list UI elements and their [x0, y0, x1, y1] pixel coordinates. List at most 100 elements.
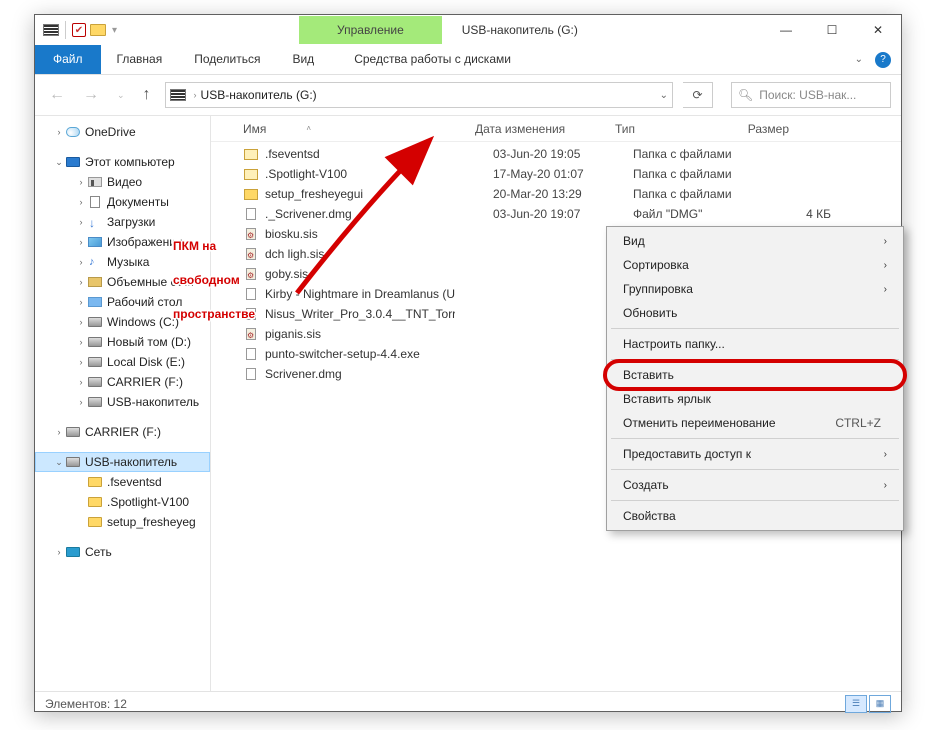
view-switcher: ☰ ▦ — [845, 695, 891, 713]
file-tab[interactable]: Файл — [35, 45, 101, 74]
file-icon — [243, 228, 259, 240]
refresh-button[interactable]: ⟳ — [683, 82, 713, 108]
tree-carrier-f[interactable]: ›CARRIER (F:) — [35, 372, 210, 392]
cm-undo-rename[interactable]: Отменить переименованиеCTRL+Z — [609, 411, 901, 435]
status-bar: Элементов: 12 ☰ ▦ — [35, 691, 901, 715]
file-type: Файл "DMG" — [633, 207, 761, 221]
ribbon-expand-icon[interactable]: ⌄ — [855, 54, 863, 65]
tree-music[interactable]: ›♪Музыка — [35, 252, 210, 272]
address-bar[interactable]: › USB-накопитель (G:) ⌄ — [165, 82, 673, 108]
recent-locations-icon[interactable]: ⌄ — [113, 88, 129, 103]
navigation-pane[interactable]: ›OneDrive ⌄Этот компьютер ›Видео ›Докуме… — [35, 116, 211, 691]
chevron-right-icon[interactable]: › — [194, 90, 197, 100]
minimize-button[interactable]: — — [763, 15, 809, 45]
window-controls: — ☐ ✕ — [763, 15, 901, 45]
separator — [65, 21, 66, 39]
tree-video[interactable]: ›Видео — [35, 172, 210, 192]
forward-button[interactable]: → — [79, 84, 103, 106]
file-row[interactable]: .fseventsd03-Jun-20 19:05Папка с файлами — [211, 144, 901, 164]
contextual-tab-label: Управление — [299, 16, 442, 44]
file-date: 03-Jun-20 19:07 — [493, 207, 633, 221]
tree-spotlight[interactable]: .Spotlight-V100 — [35, 492, 210, 512]
tree-documents[interactable]: ›Документы — [35, 192, 210, 212]
file-name: piganis.sis — [265, 327, 455, 341]
breadcrumb[interactable]: USB-накопитель (G:) — [201, 88, 317, 102]
separator — [611, 328, 899, 329]
cm-new[interactable]: Создать› — [609, 473, 901, 497]
cm-refresh[interactable]: Обновить — [609, 301, 901, 325]
cm-view[interactable]: Вид› — [609, 229, 901, 253]
view-details-button[interactable]: ☰ — [845, 695, 867, 713]
tree-newvol-d[interactable]: ›Новый том (D:) — [35, 332, 210, 352]
column-name[interactable]: Имя˄ — [243, 122, 475, 136]
qat-properties-icon[interactable] — [72, 23, 86, 37]
tree-network[interactable]: ›Сеть — [35, 542, 210, 562]
cm-sort[interactable]: Сортировка› — [609, 253, 901, 277]
file-icon — [243, 328, 259, 340]
file-row[interactable]: ._Scrivener.dmg03-Jun-20 19:07Файл "DMG"… — [211, 204, 901, 224]
tree-usb-g[interactable]: ›USB-накопитель — [35, 392, 210, 412]
file-icon — [243, 268, 259, 280]
tree-windows-c[interactable]: ›Windows (C:) — [35, 312, 210, 332]
file-type: Папка с файлами — [633, 187, 761, 201]
qat-newfolder-icon[interactable] — [90, 24, 106, 36]
chevron-down-icon[interactable]: ⌄ — [660, 90, 668, 101]
cm-grant-access[interactable]: Предоставить доступ к› — [609, 442, 901, 466]
close-button[interactable]: ✕ — [855, 15, 901, 45]
tree-desktop[interactable]: ›Рабочий стол — [35, 292, 210, 312]
file-date: 17-May-20 01:07 — [493, 167, 633, 181]
file-name: biosku.sis — [265, 227, 455, 241]
tree-3d-objects[interactable]: ›Объемные об... — [35, 272, 210, 292]
file-name: ._Scrivener.dmg — [265, 207, 493, 221]
column-size[interactable]: Размер — [743, 122, 813, 136]
cm-paste-shortcut[interactable]: Вставить ярлык — [609, 387, 901, 411]
chevron-right-icon: › — [884, 449, 887, 460]
file-icon — [243, 149, 259, 160]
up-button[interactable]: ↑ — [139, 84, 155, 106]
search-input[interactable]: 🔍︎ Поиск: USB-нак... — [731, 82, 891, 108]
tree-carrier-f-ext[interactable]: ›CARRIER (F:) — [35, 422, 210, 442]
cm-properties[interactable]: Свойства — [609, 504, 901, 528]
drive-icon — [43, 24, 59, 36]
tree-usb-g-ext[interactable]: ⌄USB-накопитель — [35, 452, 210, 472]
context-menu: Вид› Сортировка› Группировка› Обновить Н… — [606, 226, 904, 531]
file-size: 4 КБ — [761, 207, 831, 221]
tab-drive-tools[interactable]: Средства работы с дисками — [338, 45, 527, 74]
tab-share[interactable]: Поделиться — [178, 45, 276, 74]
file-row[interactable]: setup_fresheyegui20-Mar-20 13:29Папка с … — [211, 184, 901, 204]
tree-onedrive[interactable]: ›OneDrive — [35, 122, 210, 142]
cm-group[interactable]: Группировка› — [609, 277, 901, 301]
file-icon — [243, 208, 259, 220]
view-thumbnails-button[interactable]: ▦ — [869, 695, 891, 713]
tree-fseventsd[interactable]: .fseventsd — [35, 472, 210, 492]
back-button[interactable]: ← — [45, 84, 69, 106]
tree-this-pc[interactable]: ⌄Этот компьютер — [35, 152, 210, 172]
tab-home[interactable]: Главная — [101, 45, 179, 74]
file-type: Папка с файлами — [633, 147, 761, 161]
tree-local-e[interactable]: ›Local Disk (E:) — [35, 352, 210, 372]
chevron-right-icon: › — [884, 284, 887, 295]
column-headers[interactable]: Имя˄ Дата изменения Тип Размер — [211, 116, 901, 142]
tab-view[interactable]: Вид — [276, 45, 330, 74]
file-icon — [243, 348, 259, 360]
nav-bar: ← → ⌄ ↑ › USB-накопитель (G:) ⌄ ⟳ 🔍︎ Пои… — [35, 75, 901, 115]
file-row[interactable]: .Spotlight-V10017-May-20 01:07Папка с фа… — [211, 164, 901, 184]
column-date[interactable]: Дата изменения — [475, 122, 615, 136]
tree-pictures[interactable]: ›Изображения — [35, 232, 210, 252]
content-pane[interactable]: Имя˄ Дата изменения Тип Размер .fsevents… — [211, 116, 901, 691]
file-icon — [243, 169, 259, 180]
column-type[interactable]: Тип — [615, 122, 743, 136]
cm-paste[interactable]: Вставить — [609, 363, 901, 387]
help-icon[interactable]: ? — [875, 52, 891, 68]
qat-dropdown-icon[interactable]: ▾ — [112, 25, 117, 36]
drive-icon — [170, 89, 186, 101]
file-name: goby.sis — [265, 267, 455, 281]
cm-customize[interactable]: Настроить папку... — [609, 332, 901, 356]
title-bar: ▾ Управление USB-накопитель (G:) — ☐ ✕ — [35, 15, 901, 45]
tree-setup[interactable]: setup_fresheyeg — [35, 512, 210, 532]
maximize-button[interactable]: ☐ — [809, 15, 855, 45]
file-icon — [243, 368, 259, 380]
file-type: Папка с файлами — [633, 167, 761, 181]
tree-downloads[interactable]: ›↓Загрузки — [35, 212, 210, 232]
separator — [611, 500, 899, 501]
